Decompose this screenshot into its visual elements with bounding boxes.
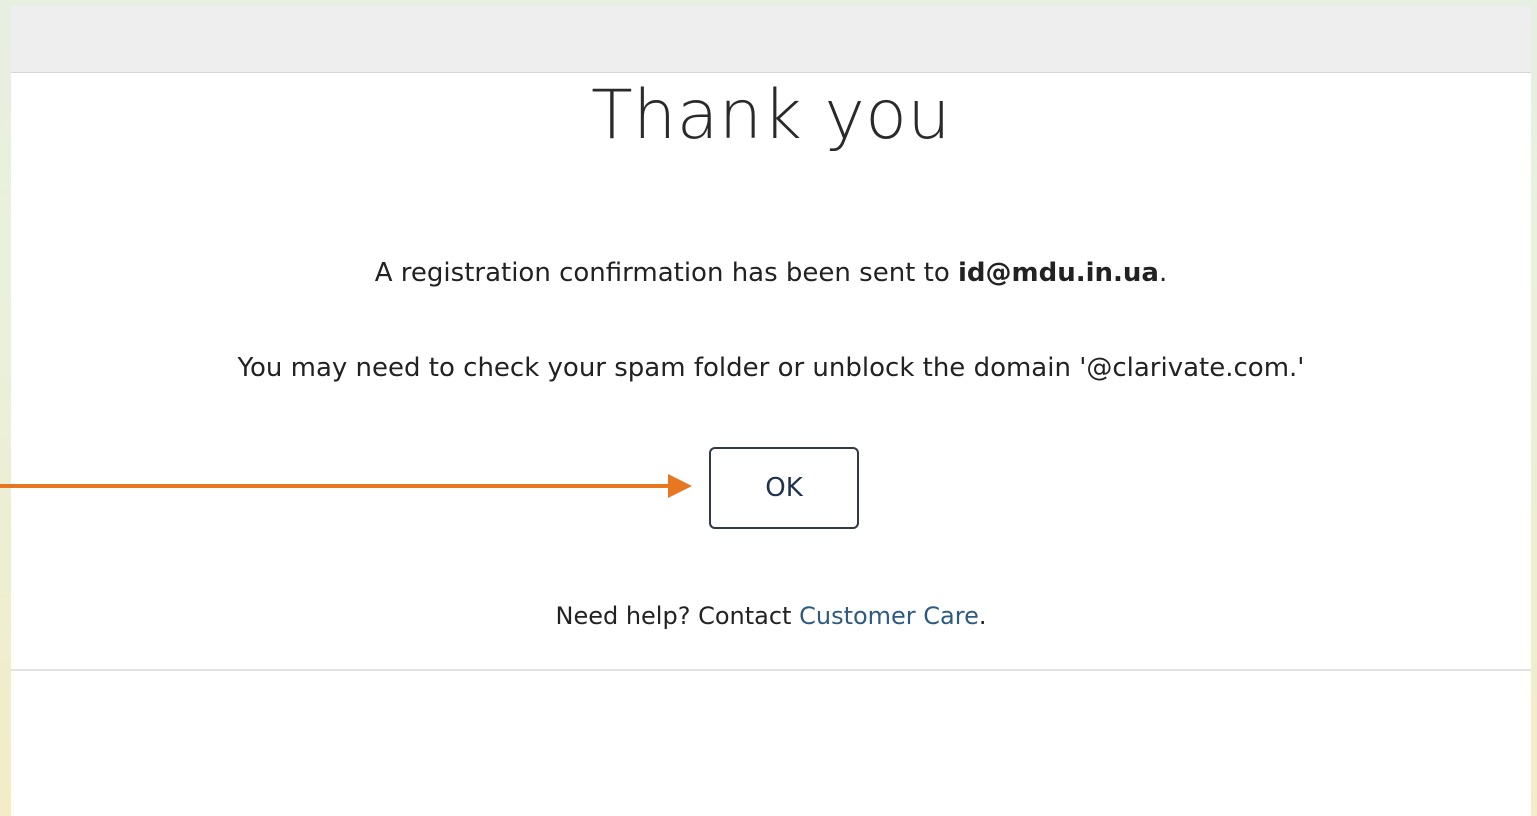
- bottom-divider: [11, 669, 1531, 671]
- spam-notice: You may need to check your spam folder o…: [237, 353, 1305, 383]
- page-title: Thank you: [591, 76, 951, 155]
- customer-care-link[interactable]: Customer Care: [799, 602, 979, 630]
- top-bar: [11, 6, 1531, 73]
- annotation-arrow-icon: [0, 474, 692, 498]
- confirmation-message: A registration confirmation has been sen…: [11, 256, 1531, 290]
- dialog-frame: Thank you A registration confirmation ha…: [11, 6, 1531, 816]
- help-prefix: Need help? Contact: [555, 602, 800, 630]
- confirmation-email: id@mdu.in.ua: [958, 258, 1159, 288]
- ok-button[interactable]: OK: [709, 447, 859, 529]
- help-text: Need help? Contact Customer Care.: [11, 600, 1531, 632]
- arrow-head: [668, 474, 692, 498]
- confirmation-prefix: A registration confirmation has been sen…: [374, 258, 958, 288]
- confirmation-suffix: .: [1158, 258, 1168, 288]
- help-suffix: .: [978, 602, 987, 630]
